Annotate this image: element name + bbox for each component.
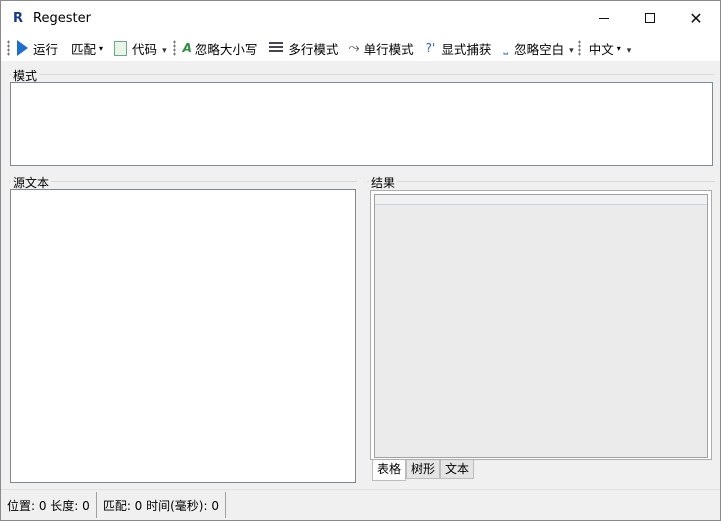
multiline-label: 多行模式 xyxy=(288,41,339,57)
group-divider xyxy=(9,74,714,75)
list-icon xyxy=(269,42,284,54)
window-title: Regester xyxy=(33,11,91,26)
toolbar-grip[interactable] xyxy=(172,40,176,56)
code-file-icon xyxy=(114,40,128,56)
minimize-icon xyxy=(599,17,609,19)
pattern-input[interactable] xyxy=(10,82,713,166)
app-logo-icon: R xyxy=(13,11,24,26)
result-tabs: 表格 树形 文本 xyxy=(372,460,475,481)
space-icon: ⎵ xyxy=(503,40,509,55)
overflow-icon[interactable]: ▾ xyxy=(162,46,167,56)
singleline-label: 单行模式 xyxy=(363,41,414,57)
language-combo-value: 中文 xyxy=(588,41,614,57)
toolbar: 运行 匹配 ▾ 代码 ▾ A 忽略大小写 多行模式 ⤳ 单行模式 ?' 显式捕获 xyxy=(1,35,720,61)
vertical-splitter[interactable] xyxy=(358,173,366,487)
result-table[interactable] xyxy=(374,194,708,458)
ignore-whitespace-toggle[interactable]: ⎵ 忽略空白 xyxy=(500,37,567,59)
multiline-toggle[interactable]: 多行模式 xyxy=(266,37,341,59)
toolbar-grip[interactable] xyxy=(577,40,581,56)
overflow-icon[interactable]: ▾ xyxy=(627,46,632,56)
tab-table[interactable]: 表格 xyxy=(372,460,407,481)
overflow-icon[interactable]: ▾ xyxy=(569,46,574,56)
code-label: 代码 xyxy=(132,41,158,57)
play-icon xyxy=(17,40,28,56)
language-combo[interactable]: 中文 ▾ xyxy=(585,38,625,58)
status-position: 位置: 0 长度: 0 xyxy=(1,492,97,518)
run-button[interactable]: 运行 xyxy=(14,37,61,59)
source-text-group: 源文本 xyxy=(9,174,357,484)
explicit-capture-toggle[interactable]: ?' 显式捕获 xyxy=(423,37,495,59)
toolbar-grip[interactable] xyxy=(7,40,10,56)
run-label: 运行 xyxy=(33,41,59,57)
status-bar: 位置: 0 长度: 0 匹配: 0 时间(毫秒): 0 xyxy=(1,489,720,520)
chevron-down-icon: ▾ xyxy=(99,43,104,53)
ai-case-icon: A xyxy=(182,41,192,55)
group-divider xyxy=(367,181,715,182)
table-header xyxy=(375,195,707,205)
match-mode-combo[interactable]: 匹配 ▾ xyxy=(67,38,107,58)
ignore-whitespace-label: 忽略空白 xyxy=(514,41,565,57)
chevron-down-icon: ▾ xyxy=(616,43,621,53)
pattern-group: 模式 xyxy=(9,67,714,167)
tab-tree[interactable]: 树形 xyxy=(406,460,441,479)
app-window: R Regester ✕ 运行 匹配 ▾ 代码 ▾ A 忽略大小写 多行模式 ⤳… xyxy=(0,0,721,521)
code-button[interactable]: 代码 xyxy=(111,37,160,59)
ignore-case-label: 忽略大小写 xyxy=(194,41,258,57)
status-match: 匹配: 0 时间(毫秒): 0 xyxy=(97,492,226,518)
question-icon: ?' xyxy=(425,41,436,55)
close-icon: ✕ xyxy=(689,8,703,28)
ignore-case-toggle[interactable]: A 忽略大小写 xyxy=(180,37,261,59)
singleline-toggle[interactable]: ⤳ 单行模式 xyxy=(345,37,416,59)
source-text-input[interactable] xyxy=(10,189,356,483)
group-divider xyxy=(9,181,357,182)
maximize-icon xyxy=(645,13,655,23)
match-combo-value: 匹配 xyxy=(71,41,97,57)
tab-text[interactable]: 文本 xyxy=(440,460,475,479)
close-button[interactable]: ✕ xyxy=(673,1,719,35)
title-bar[interactable]: R Regester ✕ xyxy=(1,1,720,35)
explicit-capture-label: 显式捕获 xyxy=(441,41,492,57)
result-panel xyxy=(370,190,712,460)
maximize-button[interactable] xyxy=(627,1,673,35)
minimize-button[interactable] xyxy=(581,1,627,35)
single-line-icon: ⤳ xyxy=(348,40,360,56)
result-label: 结果 xyxy=(369,174,398,191)
